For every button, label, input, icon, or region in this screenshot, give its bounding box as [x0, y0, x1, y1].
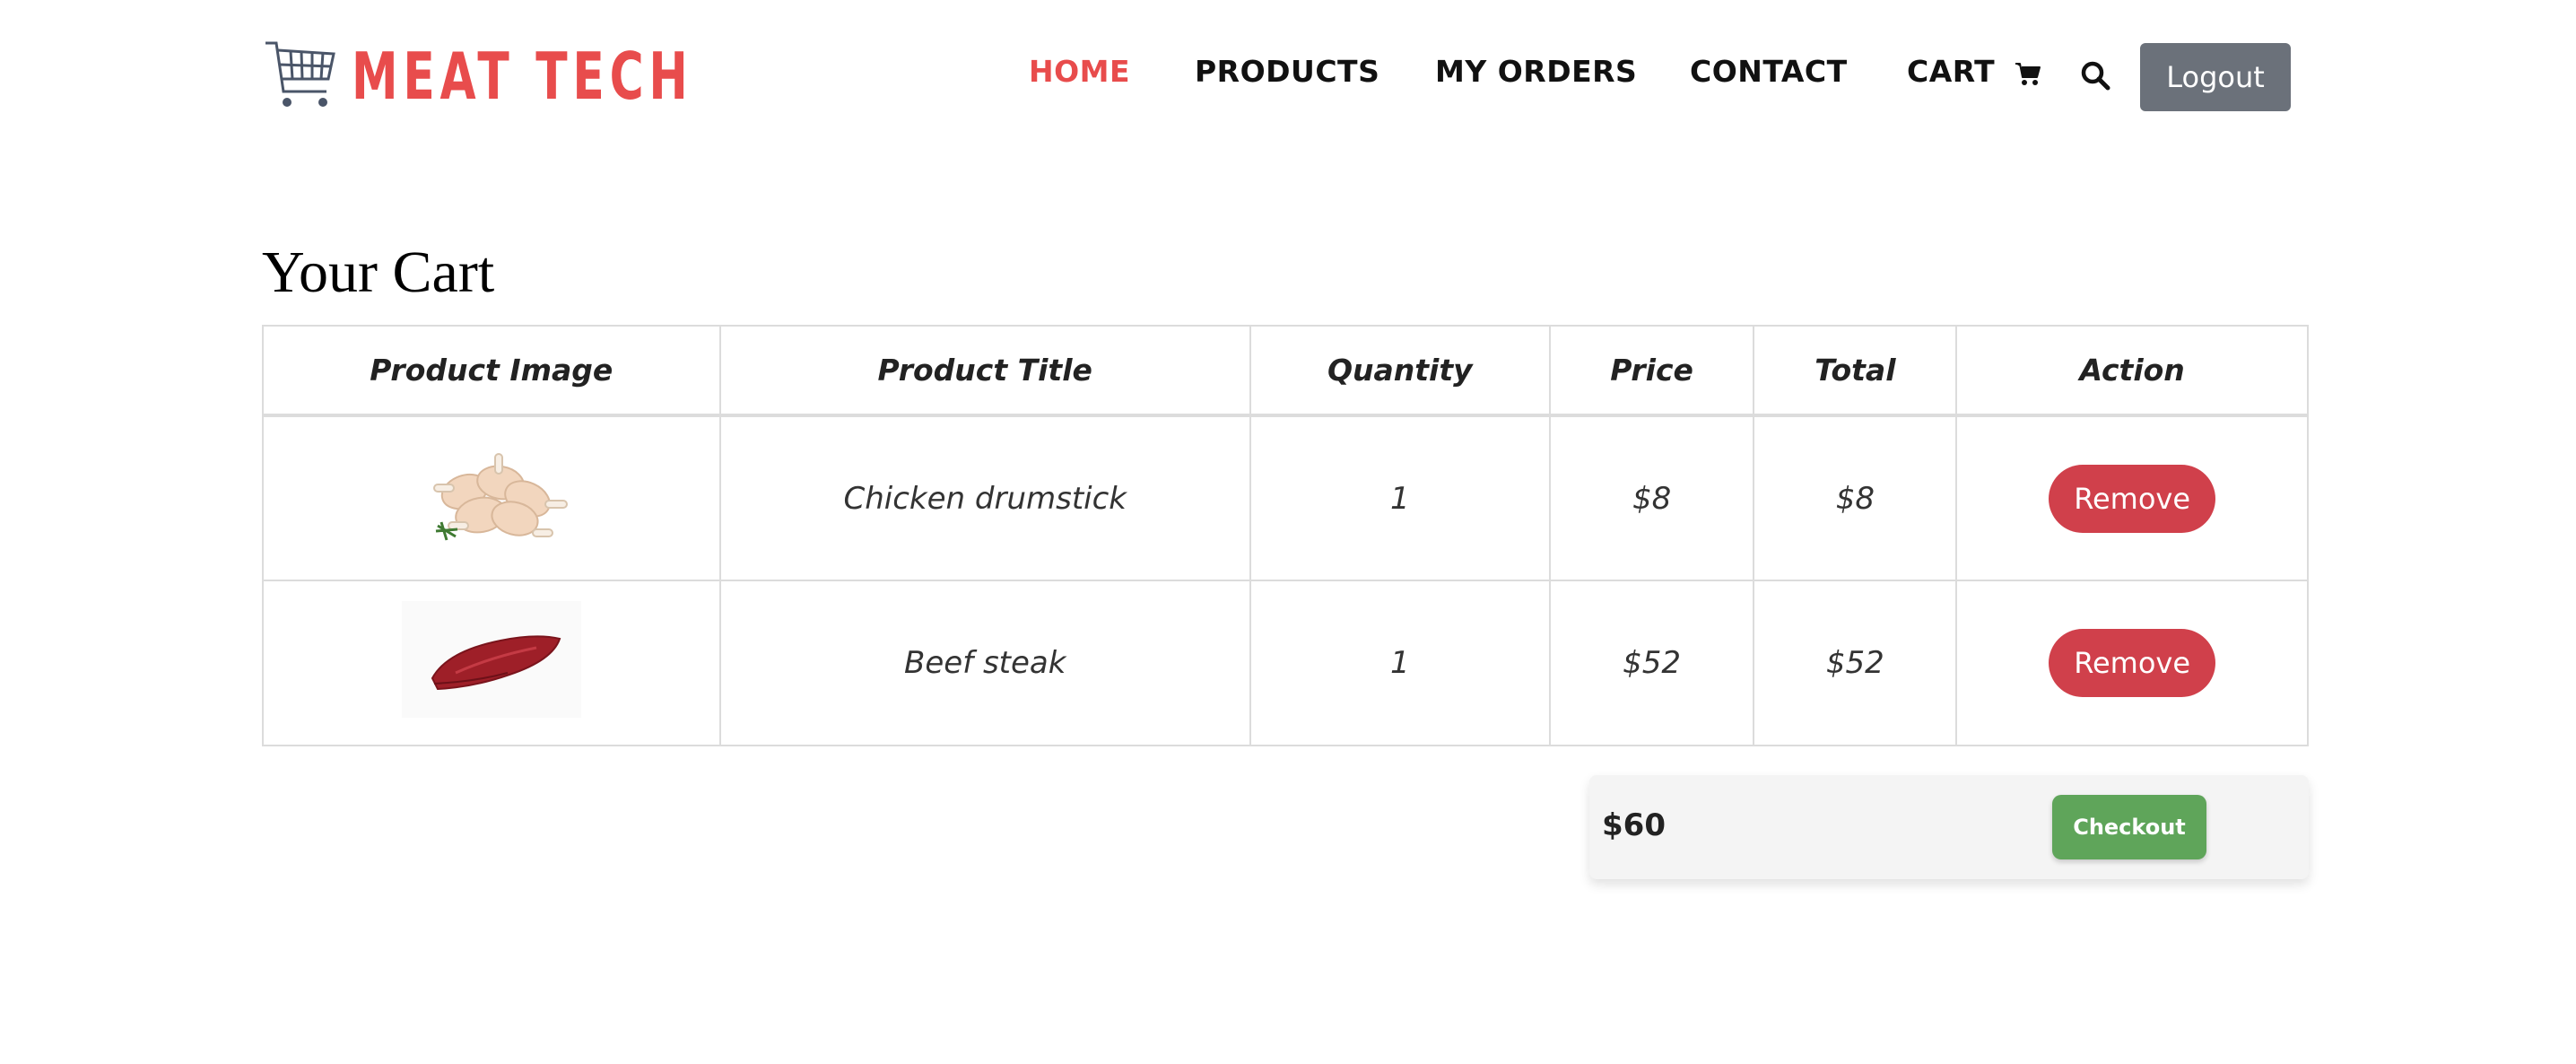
- cart-icon: [2015, 62, 2041, 85]
- nav-home[interactable]: HOME: [1029, 54, 1130, 89]
- grand-total: $60: [1602, 807, 1666, 843]
- product-title: Chicken drumstick: [718, 414, 1251, 581]
- product-quantity: 1: [1249, 580, 1551, 746]
- header-product-title: Product Title: [718, 325, 1251, 417]
- product-price: $52: [1548, 580, 1755, 746]
- header-quantity: Quantity: [1249, 325, 1551, 417]
- page-title: Your Cart: [262, 240, 495, 305]
- product-total: $52: [1753, 580, 1958, 746]
- header-action: Action: [1955, 325, 2309, 417]
- product-price: $8: [1548, 414, 1755, 581]
- product-quantity: 1: [1249, 414, 1551, 581]
- checkout-button[interactable]: Checkout: [2052, 795, 2206, 859]
- nav-cart-label: CART: [1907, 54, 1996, 89]
- product-image-cell: [262, 414, 721, 581]
- action-cell: Remove: [1955, 580, 2309, 746]
- header-total: Total: [1753, 325, 1958, 417]
- nav-products[interactable]: PRODUCTS: [1195, 54, 1379, 89]
- product-image-cell: [262, 580, 721, 746]
- nav-contact[interactable]: CONTACT: [1690, 54, 1848, 89]
- action-cell: Remove: [1955, 414, 2309, 581]
- search-icon[interactable]: [2079, 59, 2111, 92]
- cart-table: Product Image Product Title Quantity Pri…: [262, 325, 2309, 746]
- beef-steak-image: [401, 600, 581, 718]
- remove-button[interactable]: Remove: [2049, 464, 2216, 533]
- cart-summary: $60 Checkout: [1589, 775, 2309, 879]
- table-row: Chicken drumstick 1 $8 $8 Remove: [262, 414, 2309, 581]
- nav-my-orders[interactable]: MY ORDERS: [1435, 54, 1637, 89]
- remove-button[interactable]: Remove: [2049, 629, 2216, 697]
- logout-button[interactable]: Logout: [2140, 43, 2291, 111]
- table-row: Beef steak 1 $52 $52 Remove: [262, 580, 2309, 746]
- header-product-image: Product Image: [262, 325, 721, 417]
- product-title: Beef steak: [718, 580, 1251, 746]
- product-total: $8: [1753, 414, 1958, 581]
- nav-cart[interactable]: CART: [1907, 54, 2041, 89]
- chicken-drumstick-image: [432, 453, 568, 541]
- header-price: Price: [1548, 325, 1755, 417]
- table-header-row: Product Image Product Title Quantity Pri…: [262, 325, 2309, 417]
- site-header: MEAT TECH HOME PRODUCTS MY ORDERS CONTAC…: [0, 0, 2576, 153]
